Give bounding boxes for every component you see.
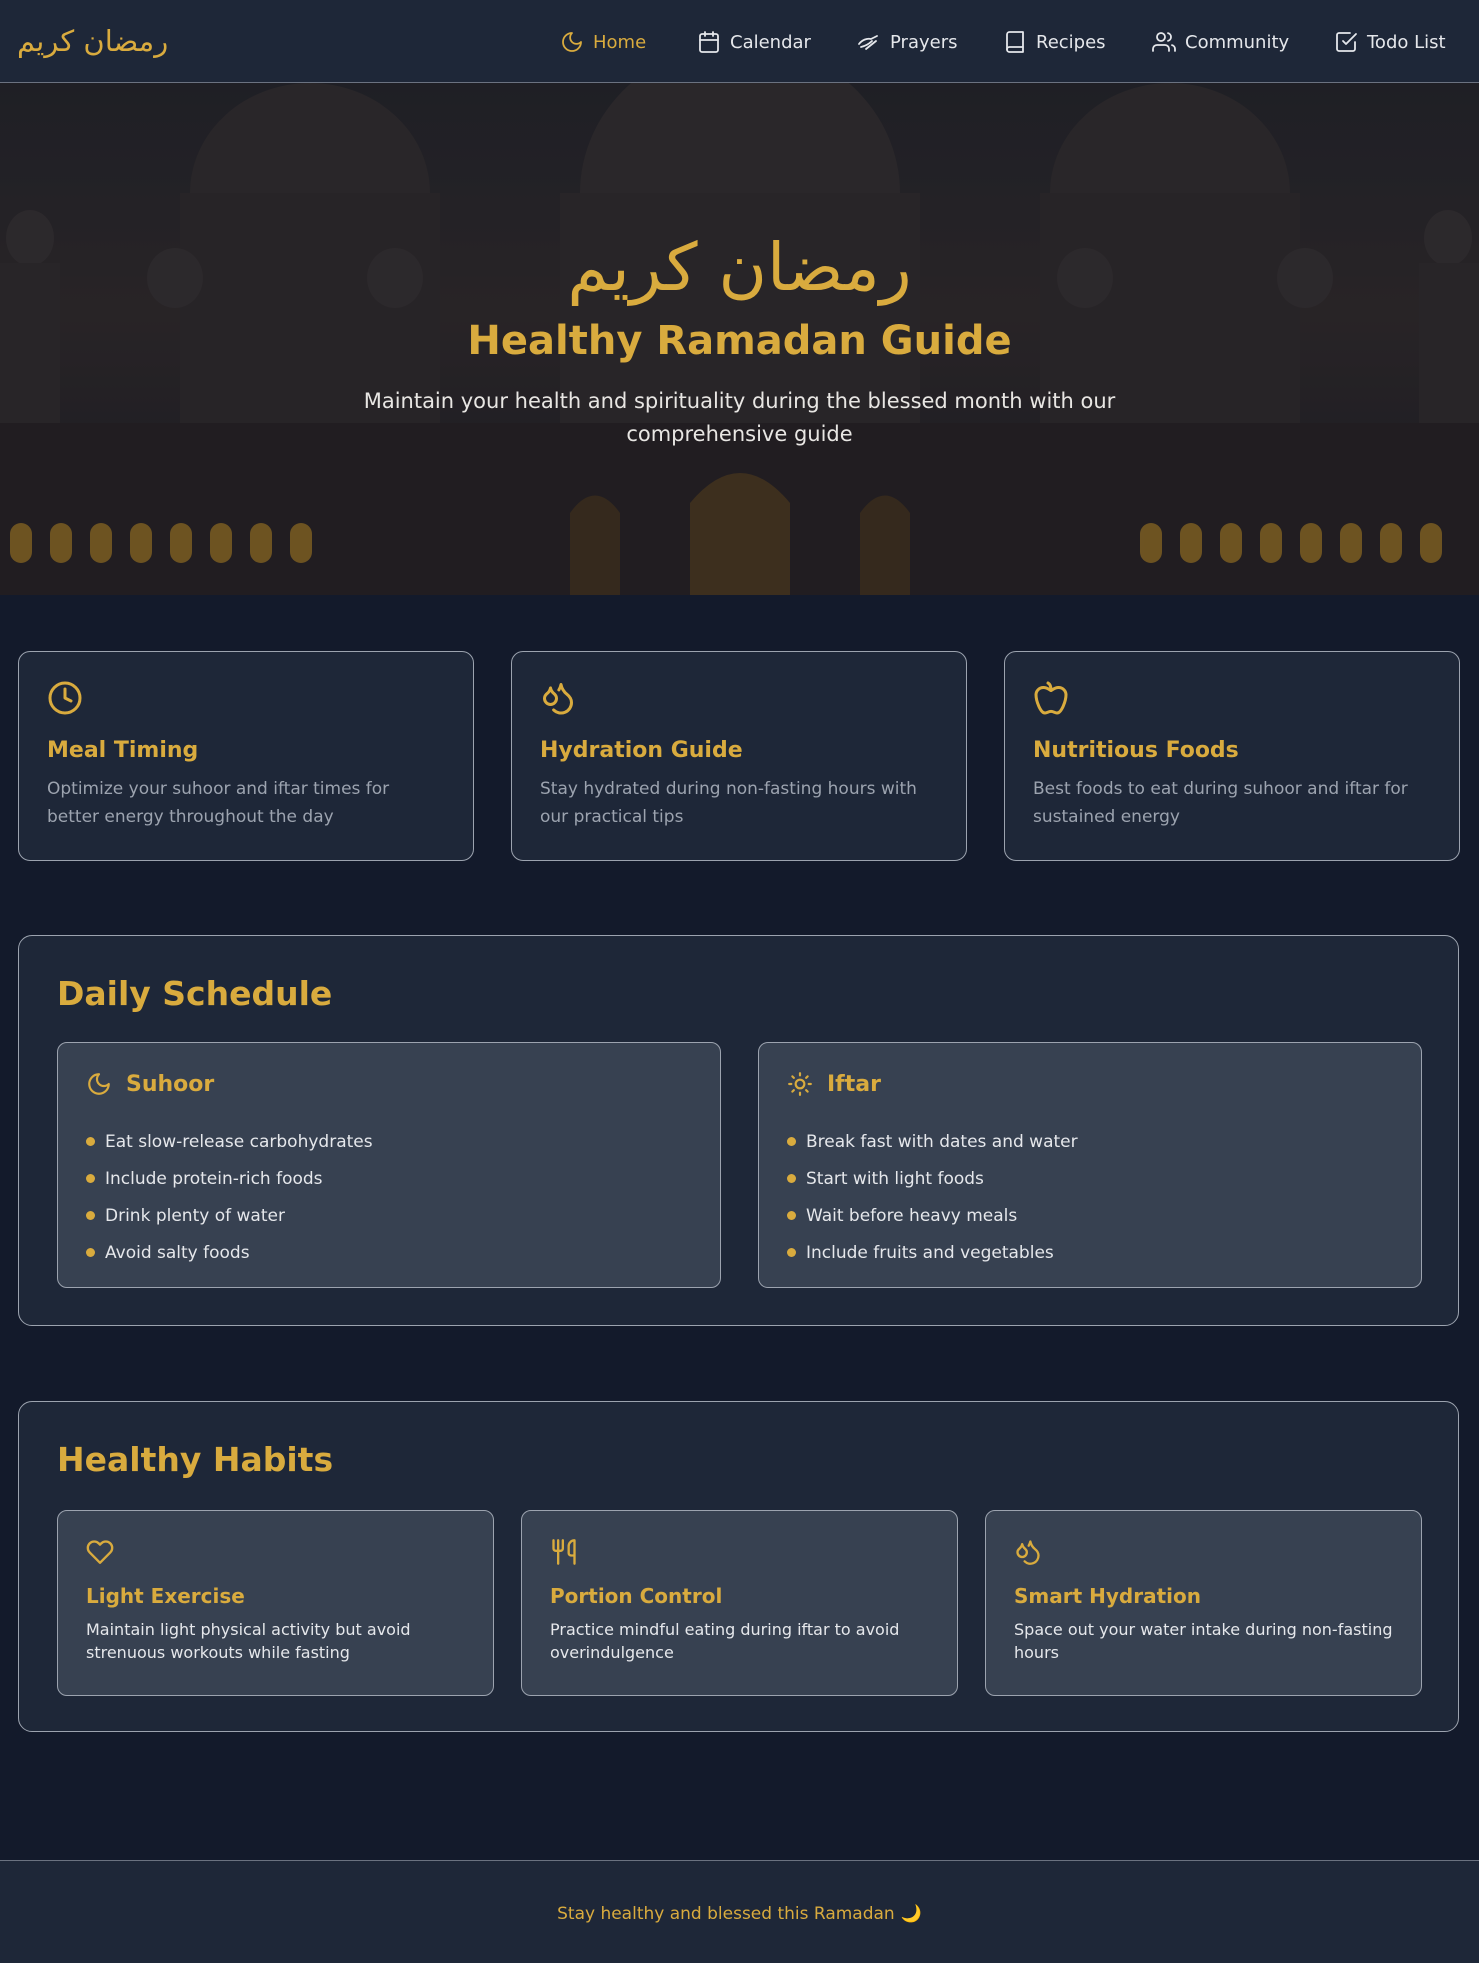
iftar-list: Break fast with dates and water Start wi… [787, 1123, 1078, 1271]
suhoor-card: Suhoor Eat slow-release carbohydrates In… [57, 1042, 721, 1288]
list-item: Break fast with dates and water [787, 1123, 1078, 1160]
habit-card-smart-hydration[interactable]: Smart Hydration Space out your water int… [985, 1510, 1422, 1696]
nav-item-label: Calendar [730, 31, 811, 53]
list-item-text: Include protein-rich foods [105, 1168, 323, 1189]
section-title: Daily Schedule [57, 974, 333, 1013]
suhoor-list: Eat slow-release carbohydrates Include p… [86, 1123, 373, 1271]
suhoor-title: Suhoor [126, 1071, 215, 1097]
nav-item-label: Todo List [1367, 31, 1446, 53]
feature-card-text: Best foods to eat during suhoor and ifta… [1033, 779, 1408, 827]
feature-card-title: Meal Timing [47, 738, 199, 763]
sun-icon [788, 1072, 812, 1096]
droplets-icon [1016, 1540, 1040, 1565]
clock-icon [48, 681, 82, 715]
feature-card-text: Stay hydrated during non-fasting hours w… [540, 779, 917, 827]
moon-icon [88, 1073, 110, 1095]
list-item-text: Break fast with dates and water [806, 1131, 1078, 1152]
hands-icon [858, 35, 878, 50]
habit-card-portion-control[interactable]: Portion Control Practice mindful eating … [521, 1510, 958, 1696]
brand-logo[interactable]: رمضان كريم [17, 22, 168, 60]
nav-item-label: Recipes [1036, 31, 1106, 53]
feature-card-title: Nutritious Foods [1033, 738, 1239, 763]
list-item-text: Include fruits and vegetables [806, 1242, 1054, 1263]
iftar-title: Iftar [827, 1071, 881, 1097]
hero-banner: رمضان كريم Healthy Ramadan Guide Maintai… [0, 83, 1479, 595]
top-navbar: رمضان كريم Home Calendar Prayers Recipes… [0, 0, 1479, 83]
crescent-moon-icon: 🌙 [900, 1904, 922, 1924]
calendar-icon [699, 31, 719, 53]
list-item: Drink plenty of water [86, 1197, 373, 1234]
checkbox-icon [1336, 32, 1357, 52]
heart-icon [86, 1540, 114, 1564]
list-item: Start with light foods [787, 1160, 1078, 1197]
habit-card-light-exercise[interactable]: Light Exercise Maintain light physical a… [57, 1510, 494, 1696]
utensils-icon [552, 1539, 576, 1565]
book-icon [1006, 31, 1024, 53]
apple-icon [1034, 681, 1068, 715]
list-item: Eat slow-release carbohydrates [86, 1123, 373, 1160]
nav-item-todo-list[interactable]: Todo List [1334, 27, 1446, 57]
footer-text: Stay healthy and blessed this Ramadan 🌙 [0, 1904, 1479, 1924]
bullet-dot [86, 1137, 95, 1146]
habit-card-title: Light Exercise [86, 1584, 245, 1608]
habit-card-title: Portion Control [550, 1584, 723, 1608]
list-item-text: Start with light foods [806, 1168, 984, 1189]
list-item-text: Avoid salty foods [105, 1242, 250, 1263]
bullet-dot [86, 1174, 95, 1183]
nav-item-community[interactable]: Community [1152, 27, 1289, 57]
iftar-card: Iftar Break fast with dates and water St… [758, 1042, 1422, 1288]
bullet-dot [787, 1211, 796, 1220]
feature-card-text: Optimize your suhoor and iftar times for… [47, 779, 390, 827]
bullet-dot [787, 1174, 796, 1183]
list-item: Avoid salty foods [86, 1234, 373, 1271]
suhoor-heading: Suhoor [86, 1071, 214, 1097]
footer: Stay healthy and blessed this Ramadan 🌙 [0, 1860, 1479, 1963]
hero-title: Healthy Ramadan Guide [467, 318, 1012, 364]
section-title: Healthy Habits [57, 1440, 334, 1479]
nav-item-label: Community [1185, 31, 1290, 53]
habit-card-title: Smart Hydration [1014, 1584, 1201, 1608]
bullet-dot [787, 1137, 796, 1146]
list-item: Include fruits and vegetables [787, 1234, 1078, 1271]
nav-item-prayers[interactable]: Prayers [857, 27, 957, 57]
feature-card-hydration-guide[interactable]: Hydration Guide Stay hydrated during non… [511, 651, 967, 861]
nav-item-label: Home [593, 31, 647, 53]
iftar-heading: Iftar [787, 1071, 881, 1097]
bullet-dot [86, 1248, 95, 1257]
habit-card-text: Practice mindful eating during iftar to … [550, 1620, 900, 1662]
hero-arabic-title: رمضان كريم [567, 229, 912, 306]
nav-item-recipes[interactable]: Recipes [1003, 27, 1106, 57]
nav-item-calendar[interactable]: Calendar [697, 27, 811, 57]
habit-card-text: Maintain light physical activity but avo… [86, 1620, 411, 1662]
nav-item-home[interactable]: Home [560, 27, 646, 57]
users-icon [1152, 32, 1176, 52]
nav-item-label: Prayers [890, 31, 958, 53]
hero-subtitle: Maintain your health and spirituality du… [363, 389, 1116, 446]
droplets-icon [543, 683, 574, 715]
habit-card-text: Space out your water intake during non-f… [1014, 1620, 1393, 1662]
bullet-dot [86, 1211, 95, 1220]
daily-schedule-section: Daily Schedule Suhoor Eat slow-release c… [18, 935, 1459, 1326]
list-item-text: Drink plenty of water [105, 1205, 285, 1226]
healthy-habits-section: Healthy Habits Light Exercise Maintain l… [18, 1401, 1459, 1732]
feature-card-meal-timing[interactable]: Meal Timing Optimize your suhoor and ift… [18, 651, 474, 861]
list-item: Wait before heavy meals [787, 1197, 1078, 1234]
list-item: Include protein-rich foods [86, 1160, 373, 1197]
list-item-text: Wait before heavy meals [806, 1205, 1018, 1226]
footer-message: Stay healthy and blessed this Ramadan [557, 1904, 895, 1924]
bullet-dot [787, 1248, 796, 1257]
list-item-text: Eat slow-release carbohydrates [105, 1131, 373, 1152]
moon-icon [562, 32, 582, 52]
feature-card-title: Hydration Guide [540, 738, 743, 763]
feature-card-nutritious-foods[interactable]: Nutritious Foods Best foods to eat durin… [1004, 651, 1460, 861]
